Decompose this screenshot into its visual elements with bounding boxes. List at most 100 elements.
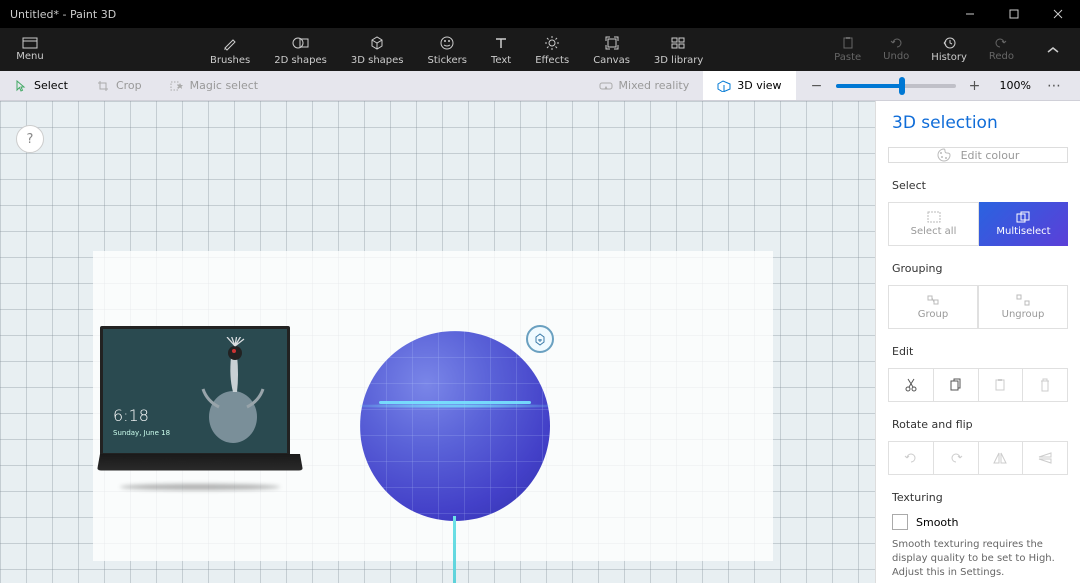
surface-device-3d-object[interactable]: 6:18 Sunday, June 18 (100, 326, 300, 496)
paste-button-panel[interactable] (978, 368, 1024, 402)
zoom-slider[interactable] (836, 84, 956, 88)
redo-icon (994, 37, 1008, 49)
smooth-label: Smooth (916, 516, 958, 529)
grouping-section-label: Grouping (876, 258, 1080, 279)
help-button[interactable]: ? (16, 125, 44, 153)
tool-2d-shapes[interactable]: 2D shapes (274, 34, 327, 66)
rotate-flip-section-label: Rotate and flip (876, 414, 1080, 435)
mixed-reality-button[interactable]: Mixed reality (585, 71, 704, 100)
secondary-toolbar: Select Crop Magic select Mixed reality 3… (0, 71, 1080, 101)
sphere-3d-object[interactable] (360, 331, 550, 521)
collapse-panel-button[interactable] (1036, 33, 1070, 67)
object-ground-pole (453, 516, 456, 583)
tool-text[interactable]: Text (491, 34, 511, 66)
smooth-checkbox[interactable] (892, 514, 908, 530)
zoom-out-button[interactable]: − (806, 75, 828, 97)
cursor-icon (14, 79, 28, 93)
rotate-left-icon (904, 451, 918, 465)
ungroup-icon (1016, 294, 1030, 306)
rotate-right-button[interactable] (933, 441, 979, 475)
z-position-handle[interactable] (526, 325, 554, 353)
library-icon (669, 34, 689, 52)
3d-view-button[interactable]: 3D view (703, 71, 795, 100)
close-button[interactable] (1036, 0, 1080, 28)
history-button[interactable]: History (931, 36, 967, 63)
flip-vertical-icon (1038, 452, 1052, 464)
stickers-icon (437, 34, 457, 52)
edit-section-label: Edit (876, 341, 1080, 362)
effects-icon (542, 34, 562, 52)
redo-button[interactable]: Redo (989, 37, 1014, 62)
crop-icon (96, 79, 110, 93)
select-section-label: Select (876, 175, 1080, 196)
ribbon: Menu Brushes 2D shapes 3D shapes Sticker… (0, 28, 1080, 71)
group-button[interactable]: Group (888, 285, 978, 329)
delete-icon (1039, 378, 1051, 392)
text-icon (491, 34, 511, 52)
undo-icon (889, 37, 903, 49)
tool-stickers[interactable]: Stickers (428, 34, 467, 66)
delete-button[interactable] (1022, 368, 1068, 402)
magic-select-icon (170, 79, 184, 93)
select-all-button[interactable]: Select all (888, 202, 979, 246)
texturing-section-label: Texturing (876, 487, 1080, 508)
multiselect-button[interactable]: Multiselect (979, 202, 1068, 246)
crop-tool[interactable]: Crop (82, 71, 156, 100)
copy-button[interactable] (933, 368, 979, 402)
tool-effects[interactable]: Effects (535, 34, 569, 66)
device-date: Sunday, June 18 (113, 429, 170, 437)
palette-icon (937, 148, 951, 162)
multiselect-icon (1016, 211, 1032, 223)
paste-icon-panel (994, 378, 1006, 392)
tool-canvas[interactable]: Canvas (593, 34, 630, 66)
properties-panel: 3D selection Edit colour Select Select a… (875, 101, 1080, 583)
flip-horizontal-button[interactable] (978, 441, 1024, 475)
magic-select-tool[interactable]: Magic select (156, 71, 273, 100)
panel-title: 3D selection (876, 101, 1080, 141)
brush-icon (220, 34, 240, 52)
z-handle-icon (533, 332, 547, 346)
texturing-note: Smooth texturing requires the display qu… (876, 536, 1080, 583)
device-time: 6:18 (113, 406, 149, 425)
window-title: Untitled* - Paint 3D (10, 8, 116, 21)
tool-brushes[interactable]: Brushes (210, 34, 250, 66)
ungroup-button[interactable]: Ungroup (978, 285, 1068, 329)
select-all-icon (927, 211, 941, 223)
smooth-checkbox-row[interactable]: Smooth (876, 508, 1080, 536)
copy-icon (950, 378, 962, 392)
rotate-right-icon (949, 451, 963, 465)
group-icon (926, 294, 940, 306)
menu-label: Menu (16, 51, 43, 62)
zoom-value: 100% (1000, 79, 1031, 92)
rotate-left-button[interactable] (888, 441, 934, 475)
tool-3d-library[interactable]: 3D library (654, 34, 703, 66)
cut-icon (905, 378, 917, 392)
flip-vertical-button[interactable] (1022, 441, 1068, 475)
select-tool[interactable]: Select (0, 71, 82, 100)
2d-shapes-icon (291, 34, 311, 52)
device-screen: 6:18 Sunday, June 18 (100, 326, 290, 456)
paste-button[interactable]: Paste (834, 36, 861, 63)
titlebar: Untitled* - Paint 3D (0, 0, 1080, 28)
maximize-button[interactable] (992, 0, 1036, 28)
flip-horizontal-icon (993, 452, 1007, 464)
3d-view-icon (717, 79, 731, 93)
crane-image (189, 337, 277, 447)
zoom-controls: − + 100% ⋯ (796, 75, 1080, 97)
history-icon (942, 36, 956, 50)
canvas-icon (602, 34, 622, 52)
3d-shapes-icon (367, 34, 387, 52)
undo-button[interactable]: Undo (883, 37, 909, 62)
edit-colour-button[interactable]: Edit colour (888, 147, 1068, 163)
more-options-button[interactable]: ⋯ (1039, 78, 1070, 94)
canvas-area[interactable]: ? 6:18 Sunday, June 18 (0, 101, 875, 583)
menu-button[interactable]: Menu (0, 28, 60, 71)
zoom-in-button[interactable]: + (964, 75, 986, 97)
minimize-button[interactable] (948, 0, 992, 28)
tool-3d-shapes[interactable]: 3D shapes (351, 34, 404, 66)
cut-button[interactable] (888, 368, 934, 402)
device-keyboard (97, 454, 303, 471)
menu-icon (22, 37, 38, 49)
main-area: ? 6:18 Sunday, June 18 (0, 101, 1080, 583)
paste-icon (841, 36, 855, 50)
